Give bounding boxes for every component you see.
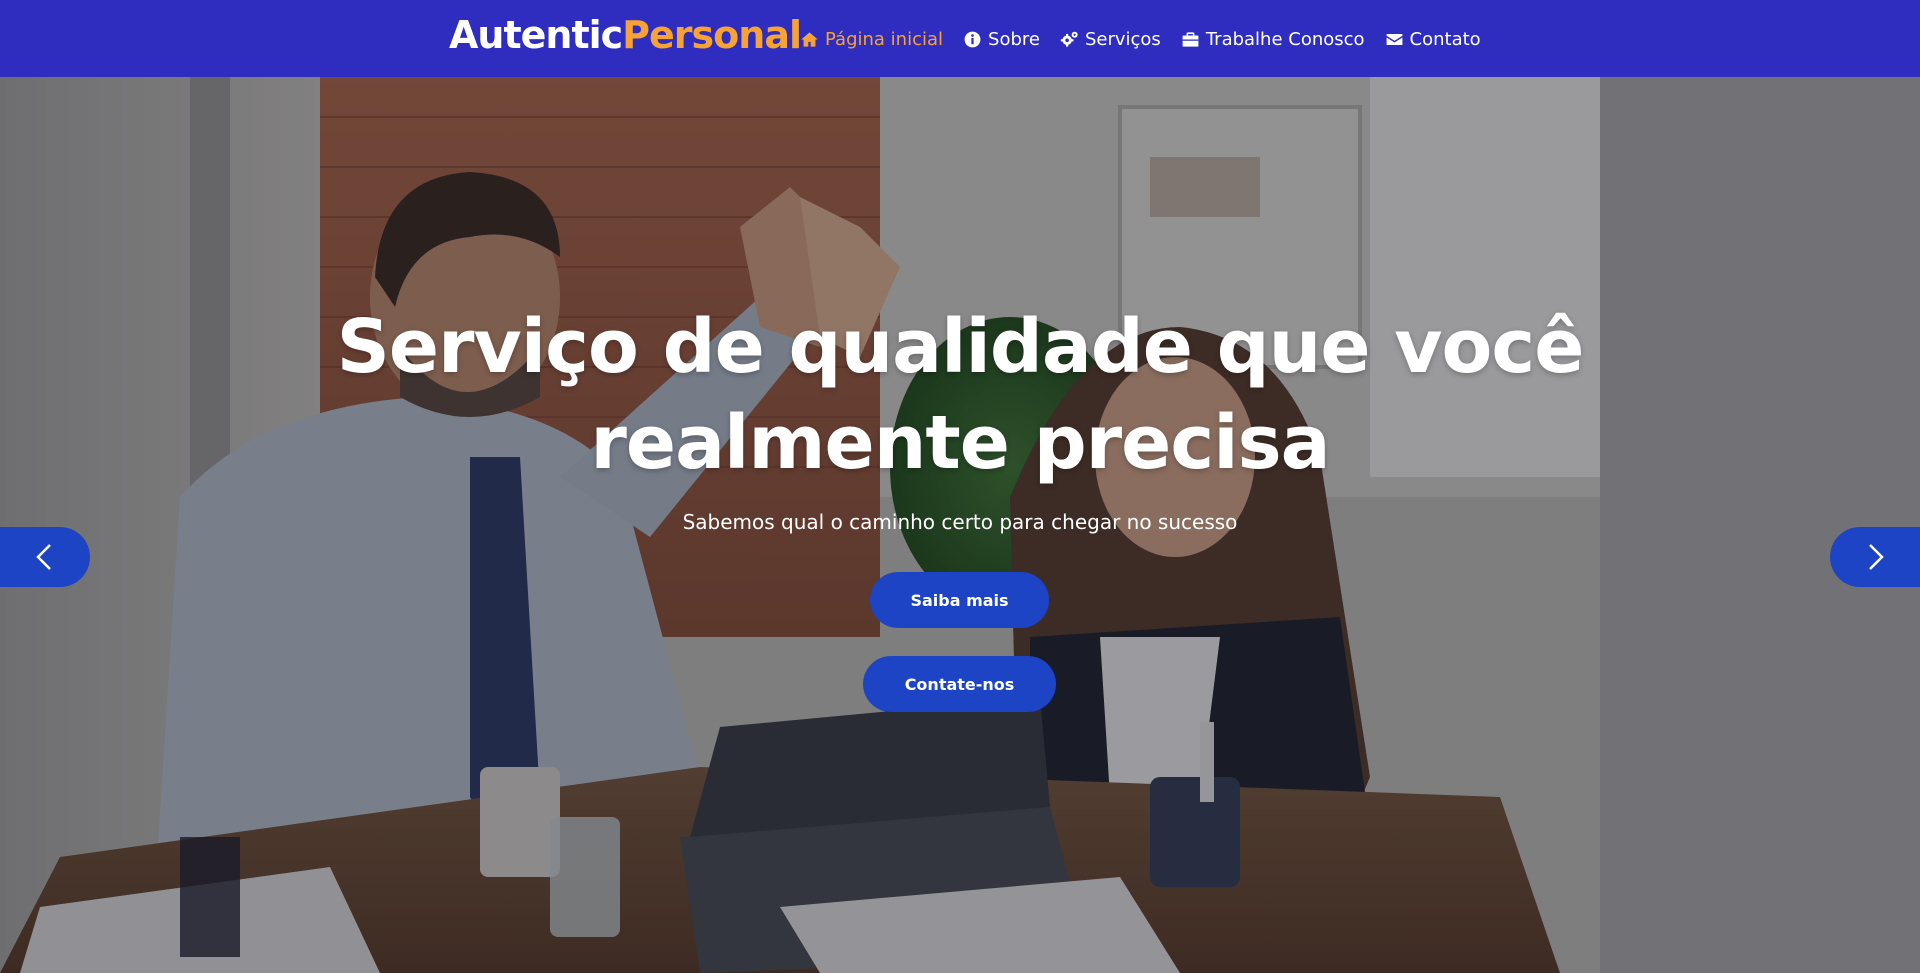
- contact-us-button[interactable]: Contate-nos: [863, 656, 1056, 712]
- nav-item-careers[interactable]: Trabalhe Conosco: [1181, 29, 1365, 50]
- nav-item-label: Trabalhe Conosco: [1205, 28, 1365, 50]
- hero-carousel: Serviço de qualidade que você realmente …: [0, 77, 1920, 973]
- brand-name-part1: Autentic: [449, 13, 623, 57]
- briefcase-icon: [1182, 31, 1199, 47]
- nav-item-services[interactable]: Serviços: [1060, 29, 1161, 50]
- brand-logo[interactable]: AutenticPersonal: [449, 10, 802, 60]
- info-icon: [964, 31, 981, 47]
- gears-icon: [1060, 31, 1078, 47]
- home-icon: [801, 31, 818, 47]
- learn-more-button[interactable]: Saiba mais: [870, 572, 1049, 628]
- chevron-left-icon: [36, 544, 51, 570]
- envelope-icon: [1386, 33, 1402, 45]
- nav-item-label: Contato: [1409, 28, 1481, 50]
- nav-item-home[interactable]: Página inicial: [800, 29, 943, 50]
- nav-item-contact[interactable]: Contato: [1385, 29, 1481, 50]
- brand-name-part2: Personal: [622, 13, 802, 57]
- carousel-next-button[interactable]: [1830, 527, 1920, 587]
- hero-title: Serviço de qualidade que você realmente …: [336, 304, 1585, 486]
- main-nav: Página inicial Sobre Serviços Trabalhe C…: [800, 24, 1501, 54]
- navbar: AutenticPersonal Página inicial Sobre Se…: [0, 0, 1920, 77]
- nav-item-label: Sobre: [988, 28, 1040, 50]
- nav-item-label: Página inicial: [825, 28, 944, 50]
- nav-item-about[interactable]: Sobre: [963, 29, 1040, 50]
- nav-item-label: Serviços: [1084, 28, 1161, 50]
- hero-subtitle: Sabemos qual o caminho certo para chegar…: [682, 510, 1238, 534]
- chevron-right-icon: [1869, 544, 1884, 570]
- carousel-prev-button[interactable]: [0, 527, 90, 587]
